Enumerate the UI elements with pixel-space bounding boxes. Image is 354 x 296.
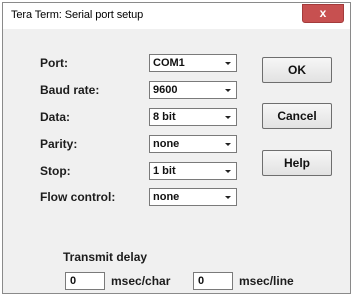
chevron-down-icon[interactable]	[220, 189, 236, 205]
window-title: Tera Term: Serial port setup	[11, 9, 144, 21]
close-button[interactable]: x	[302, 4, 344, 23]
flow-control-select[interactable]: none	[149, 188, 237, 206]
stop-label: Stop:	[40, 164, 71, 178]
help-button[interactable]: Help	[262, 150, 332, 176]
serial-port-setup-dialog: Tera Term: Serial port setup x Port: Bau…	[2, 2, 351, 294]
transmit-delay-title: Transmit delay	[63, 250, 148, 264]
baud-rate-label: Baud rate:	[40, 83, 100, 97]
msec-per-char-label: msec/char	[111, 274, 171, 288]
port-select[interactable]: COM1	[149, 54, 237, 72]
ok-button[interactable]: OK	[262, 57, 332, 83]
title-bar: Tera Term: Serial port setup x	[3, 3, 350, 29]
baud-rate-select[interactable]: 9600	[149, 81, 237, 99]
chevron-down-icon[interactable]	[220, 109, 236, 125]
data-label: Data:	[40, 110, 71, 124]
baud-rate-value: 9600	[153, 84, 178, 96]
data-select[interactable]: 8 bit	[149, 108, 237, 126]
parity-value: none	[153, 138, 180, 150]
parity-select[interactable]: none	[149, 135, 237, 153]
stop-select[interactable]: 1 bit	[149, 162, 237, 180]
stop-value: 1 bit	[153, 165, 176, 177]
port-value: COM1	[153, 57, 185, 69]
msec-per-char-input[interactable]: 0	[65, 272, 105, 290]
data-value: 8 bit	[153, 111, 176, 123]
msec-per-line-input[interactable]: 0	[193, 272, 233, 290]
chevron-down-icon[interactable]	[220, 136, 236, 152]
chevron-down-icon[interactable]	[220, 82, 236, 98]
chevron-down-icon[interactable]	[220, 55, 236, 71]
cancel-button[interactable]: Cancel	[262, 103, 332, 129]
flow-control-label: Flow control:	[40, 190, 116, 204]
chevron-down-icon[interactable]	[220, 163, 236, 179]
port-label: Port:	[40, 56, 68, 70]
parity-label: Parity:	[40, 137, 78, 151]
msec-per-line-label: msec/line	[239, 274, 294, 288]
flow-control-value: none	[153, 191, 180, 203]
dialog-body: Port: Baud rate: Data: Parity: Stop: Flo…	[3, 29, 350, 293]
